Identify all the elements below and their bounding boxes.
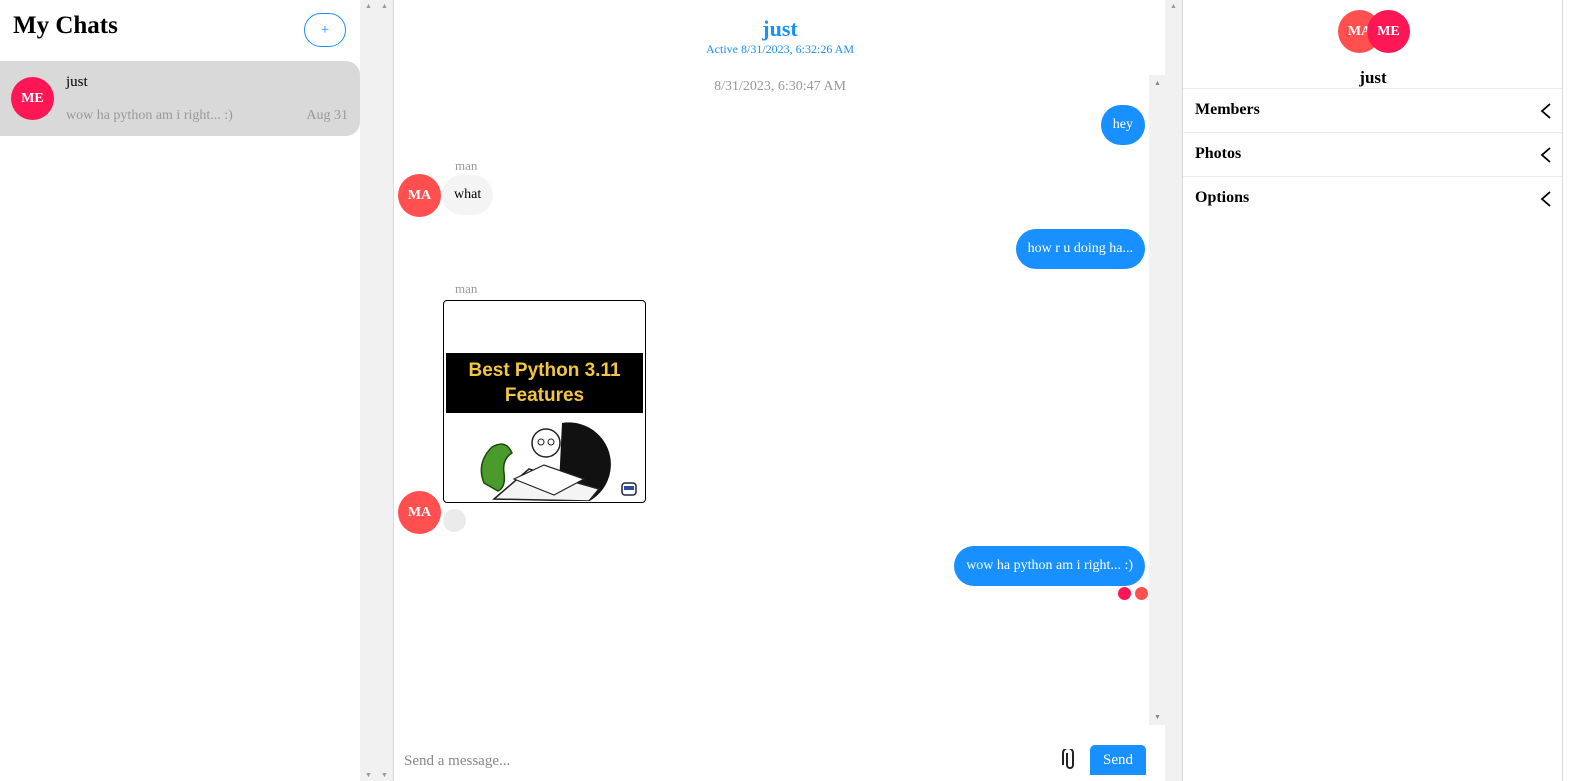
avatar: MA [398,174,441,217]
scroll-arrow-down-icon[interactable]: ▼ [360,769,377,781]
chat-window-scrollbar[interactable]: ▲ [1165,0,1182,781]
message-feed: 8/31/2023, 6:30:47 AM hey man MA what ho… [394,75,1149,725]
avatar: MA [398,491,441,534]
read-receipt-avatar [1135,587,1148,600]
message-sender: man [455,281,478,296]
active-status: Active 8/31/2023, 6:32:26 AM [706,42,854,56]
feed-timestamp: 8/31/2023, 6:30:47 AM [714,79,846,94]
section-photos[interactable]: Photos [1183,132,1563,176]
my-chats-title: My Chats [13,12,118,39]
chat-details-panel: MA ME just Members Photos Options [1182,0,1563,781]
message-bubble-mine: wow ha python am i right... :) [954,546,1145,586]
message-composer: Send [394,740,1166,781]
scroll-arrow-up-icon[interactable]: ▲ [1165,0,1182,12]
scroll-arrow-up-icon[interactable]: ▲ [360,0,377,12]
scroll-arrow-up-icon[interactable]: ▲ [1149,77,1166,89]
chat-title: just [762,16,798,41]
section-options[interactable]: Options [1183,176,1563,220]
section-label: Options [1195,189,1250,206]
chat-card-preview: wow ha python am i right... :) [66,108,233,123]
section-label: Members [1195,101,1260,118]
send-button[interactable]: Send [1090,745,1146,775]
chat-list-scrollbar[interactable]: ▲ ▼ [360,0,377,781]
message-feed-scrollbar[interactable]: ▲ ▼ [1149,75,1166,725]
section-members[interactable]: Members [1183,88,1563,132]
plus-icon: + [320,21,330,38]
avatar: ME [1367,10,1410,53]
section-label: Photos [1195,145,1242,162]
image-message-title: Best Python 3.11 Features [446,353,643,413]
reading-character-illustration [480,422,637,501]
chat-card-just[interactable]: ME just wow ha python am i right... :) A… [0,61,360,136]
chevron-left-icon [1540,191,1551,207]
chat-details-title: just [1359,68,1387,87]
message-bubble-mine: hey [1100,105,1145,145]
message-bubble-theirs: what [442,175,494,215]
image-message[interactable]: Best Python 3.11 Features [443,300,646,503]
message-sender: man [455,158,478,173]
chevron-left-icon [1540,103,1551,119]
chat-list-panel: My Chats + ME just wow ha python am i ri… [0,0,360,781]
window-edge [1562,0,1590,781]
chat-area-outer-scrollbar[interactable]: ▲ ▼ [376,0,393,781]
chat-card-name: just [66,74,88,90]
message-input[interactable] [404,748,1044,774]
scroll-arrow-up-icon[interactable]: ▲ [376,0,393,12]
avatar: ME [11,77,54,120]
chat-window: just Active 8/31/2023, 6:32:26 AM 8/31/2… [393,0,1166,781]
reaction-placeholder [443,509,466,532]
message-bubble-mine: how r u doing ha... [1015,229,1145,269]
paperclip-icon[interactable] [1061,749,1079,771]
read-receipt-avatar [1118,587,1131,600]
scroll-arrow-down-icon[interactable]: ▼ [1149,711,1166,723]
chevron-left-icon [1540,147,1551,163]
chat-card-date: Aug 31 [306,108,348,123]
new-chat-button[interactable]: + [304,13,346,47]
scroll-arrow-down-icon[interactable]: ▼ [376,769,393,781]
